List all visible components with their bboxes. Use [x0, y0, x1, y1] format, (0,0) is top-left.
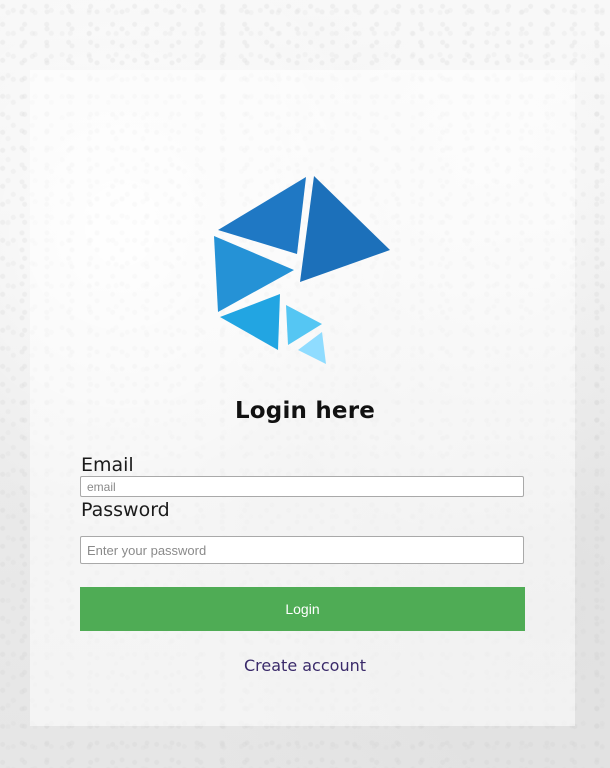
password-label: Password: [81, 499, 170, 521]
password-field[interactable]: [80, 536, 524, 564]
email-field[interactable]: [80, 476, 524, 497]
logo-icon: [214, 176, 390, 364]
page-title: Login here: [234, 398, 376, 424]
email-label: Email: [81, 454, 134, 476]
login-button[interactable]: Login: [80, 587, 525, 631]
create-account-link[interactable]: Create account: [0, 656, 610, 675]
